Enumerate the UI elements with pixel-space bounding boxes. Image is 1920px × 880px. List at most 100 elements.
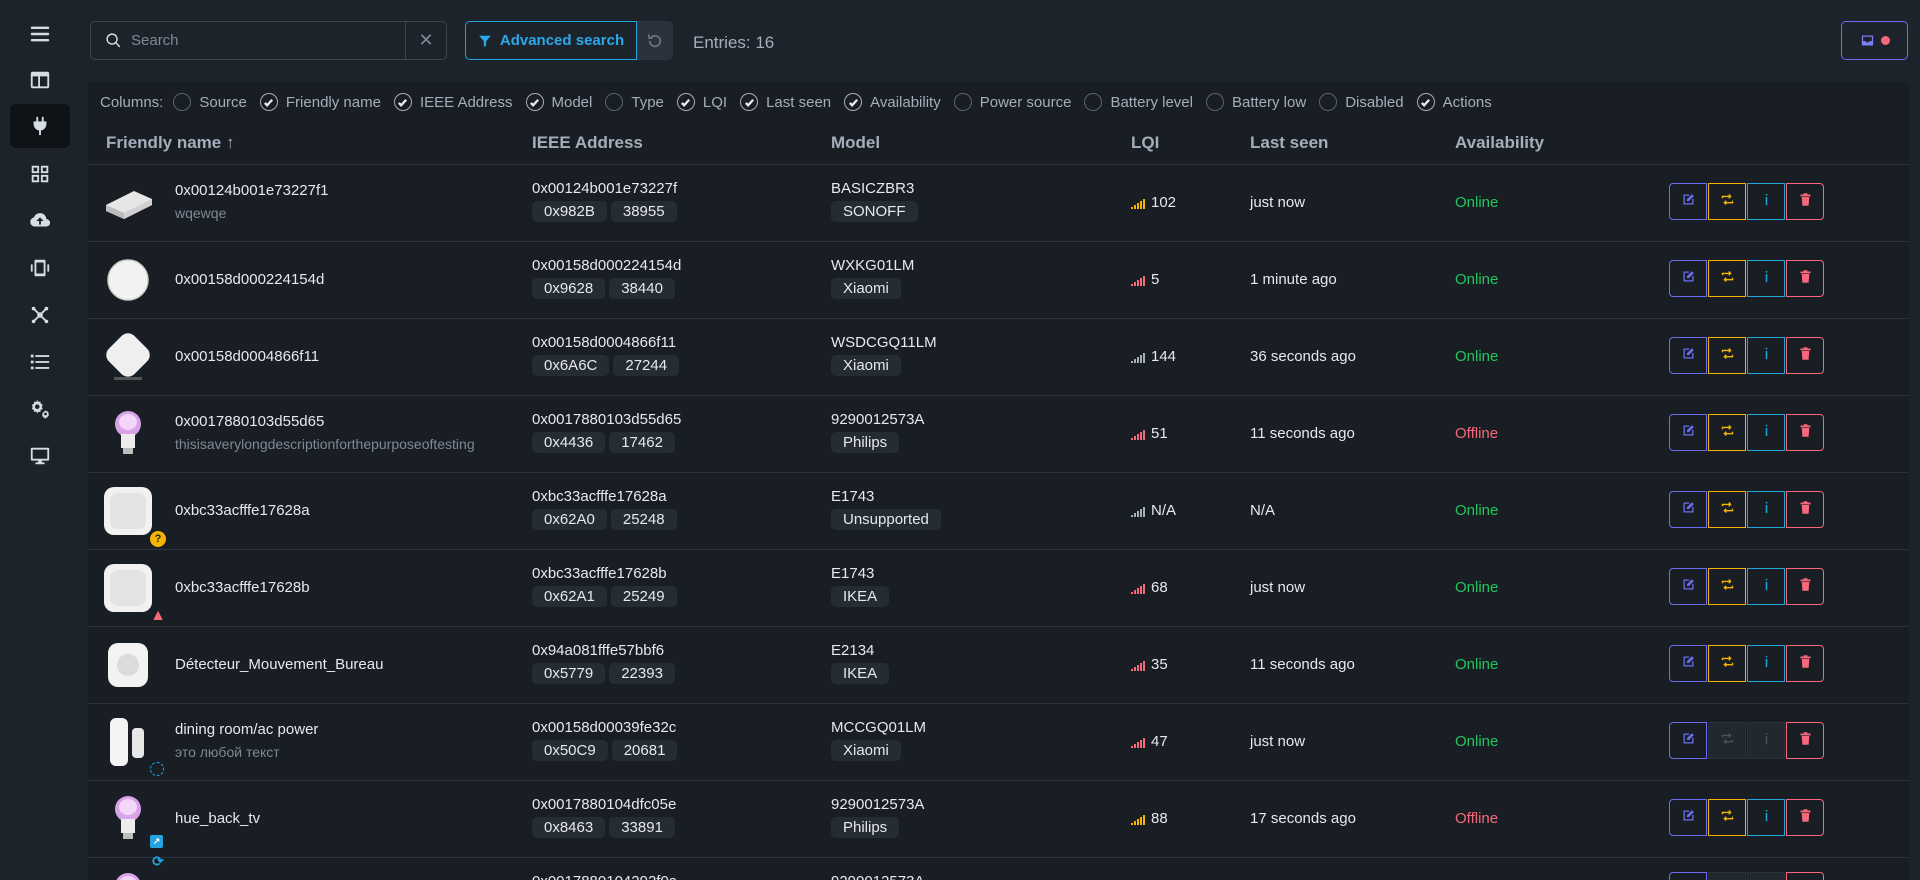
edit-button[interactable] <box>1669 799 1707 836</box>
delete-button[interactable] <box>1786 414 1824 451</box>
header-lqi[interactable]: LQI <box>1131 133 1159 153</box>
device-model-link[interactable]: WXKG01LM <box>831 257 914 274</box>
device-friendly-name-link[interactable]: Détecteur_Mouvement_Bureau <box>175 656 383 673</box>
info-button[interactable] <box>1747 872 1785 880</box>
device-thumbnail[interactable] <box>100 252 156 308</box>
header-availability[interactable]: Availability <box>1455 133 1544 153</box>
column-toggle-type[interactable]: Type <box>605 93 664 111</box>
info-button[interactable] <box>1747 645 1785 682</box>
column-toggle-actions[interactable]: Actions <box>1416 93 1492 111</box>
menu-icon[interactable] <box>10 12 70 56</box>
column-toggle-battery-low[interactable]: Battery low <box>1205 93 1306 111</box>
edit-button[interactable] <box>1669 183 1707 220</box>
interview-button[interactable] <box>1708 645 1746 682</box>
checkbox-checked-icon[interactable] <box>740 93 759 111</box>
device-friendly-name-link[interactable]: 0xbc33acfffe17628a <box>175 502 310 519</box>
delete-button[interactable] <box>1786 491 1824 528</box>
interview-button[interactable] <box>1708 414 1746 451</box>
interview-button[interactable] <box>1708 260 1746 297</box>
info-button[interactable] <box>1747 799 1785 836</box>
device-thumbnail[interactable] <box>100 637 156 693</box>
checkbox-checked-icon[interactable] <box>676 93 695 111</box>
delete-button[interactable] <box>1786 260 1824 297</box>
device-friendly-name-link[interactable]: 0x00124b001e73227f1 <box>175 182 329 199</box>
checkbox-checked-icon[interactable] <box>525 93 544 111</box>
device-thumbnail[interactable] <box>100 791 156 847</box>
device-model-link[interactable]: 9290012573A <box>831 411 924 428</box>
column-toggle-source[interactable]: Source <box>173 93 247 111</box>
column-toggle-battery-level[interactable]: Battery level <box>1084 93 1193 111</box>
checkbox-empty-icon[interactable] <box>605 93 624 111</box>
device-model-link[interactable]: WSDCGQ11LM <box>831 334 937 351</box>
column-toggle-power-source[interactable]: Power source <box>953 93 1071 111</box>
touchlink-icon[interactable] <box>10 246 70 290</box>
groups-grid-icon[interactable] <box>10 152 70 196</box>
device-model-link[interactable]: E1743 <box>831 488 874 505</box>
column-toggle-ieee-address[interactable]: IEEE Address <box>393 93 513 111</box>
info-button[interactable] <box>1747 260 1785 297</box>
delete-button[interactable] <box>1786 183 1824 220</box>
info-button[interactable] <box>1747 183 1785 220</box>
dashboard-icon[interactable] <box>10 58 70 102</box>
delete-button[interactable] <box>1786 337 1824 374</box>
delete-button[interactable] <box>1786 645 1824 682</box>
device-friendly-name-link[interactable]: dining room/ac power <box>175 721 318 738</box>
device-friendly-name-link[interactable]: 0x0017880103d55d65 <box>175 413 324 430</box>
edit-button[interactable] <box>1669 414 1707 451</box>
info-button[interactable] <box>1747 722 1785 759</box>
delete-button[interactable] <box>1786 722 1824 759</box>
devices-plug-icon[interactable] <box>10 104 70 148</box>
checkbox-empty-icon[interactable] <box>1319 93 1338 111</box>
header-friendly-name[interactable]: Friendly name ↑ <box>106 133 234 153</box>
checkbox-empty-icon[interactable] <box>1205 93 1224 111</box>
edit-button[interactable] <box>1669 337 1707 374</box>
device-friendly-name-link[interactable]: 0xbc33acfffe17628b <box>175 579 310 596</box>
logs-list-icon[interactable] <box>10 340 70 384</box>
info-button[interactable] <box>1747 568 1785 605</box>
edit-button[interactable] <box>1669 568 1707 605</box>
delete-button[interactable] <box>1786 872 1824 880</box>
column-toggle-disabled[interactable]: Disabled <box>1319 93 1404 111</box>
edit-button[interactable] <box>1669 260 1707 297</box>
delete-button[interactable] <box>1786 799 1824 836</box>
info-button[interactable] <box>1747 491 1785 528</box>
ota-cloud-upload-icon[interactable] <box>10 199 70 243</box>
delete-button[interactable] <box>1786 568 1824 605</box>
checkbox-checked-icon[interactable] <box>1416 93 1435 111</box>
checkbox-empty-icon[interactable] <box>953 93 972 111</box>
device-thumbnail[interactable] <box>100 175 156 231</box>
device-thumbnail[interactable] <box>100 483 156 539</box>
device-friendly-name-link[interactable]: hue_back_tv <box>175 810 260 827</box>
interview-button[interactable] <box>1708 799 1746 836</box>
header-ieee[interactable]: IEEE Address <box>532 133 643 153</box>
device-model-link[interactable]: E1743 <box>831 565 874 582</box>
column-toggle-availability[interactable]: Availability <box>844 93 941 111</box>
column-toggle-model[interactable]: Model <box>525 93 592 111</box>
device-friendly-name-link[interactable]: 0x00158d000224154d <box>175 271 324 288</box>
header-model[interactable]: Model <box>831 133 880 153</box>
checkbox-checked-icon[interactable] <box>259 93 278 111</box>
device-thumbnail[interactable] <box>100 714 156 770</box>
reset-filters-button[interactable] <box>637 21 673 60</box>
column-toggle-last-seen[interactable]: Last seen <box>740 93 831 111</box>
device-friendly-name-link[interactable]: 0x00158d0004866f11 <box>175 348 319 365</box>
interview-button[interactable] <box>1708 872 1746 880</box>
edit-button[interactable] <box>1669 722 1707 759</box>
device-model-link[interactable]: 9290012573A <box>831 796 924 813</box>
interview-button[interactable] <box>1708 183 1746 220</box>
edit-button[interactable] <box>1669 491 1707 528</box>
device-thumbnail[interactable] <box>100 868 156 880</box>
interview-button[interactable] <box>1708 722 1746 759</box>
column-toggle-friendly-name[interactable]: Friendly name <box>259 93 381 111</box>
checkbox-checked-icon[interactable] <box>844 93 863 111</box>
device-model-link[interactable]: MCCGQ01LM <box>831 719 926 736</box>
column-toggle-lqi[interactable]: LQI <box>676 93 727 111</box>
checkbox-empty-icon[interactable] <box>1084 93 1103 111</box>
interview-button[interactable] <box>1708 568 1746 605</box>
device-model-link[interactable]: BASICZBR3 <box>831 180 914 197</box>
info-button[interactable] <box>1747 414 1785 451</box>
edit-button[interactable] <box>1669 645 1707 682</box>
checkbox-empty-icon[interactable] <box>173 93 192 111</box>
search-input[interactable] <box>91 22 405 59</box>
info-button[interactable] <box>1747 337 1785 374</box>
